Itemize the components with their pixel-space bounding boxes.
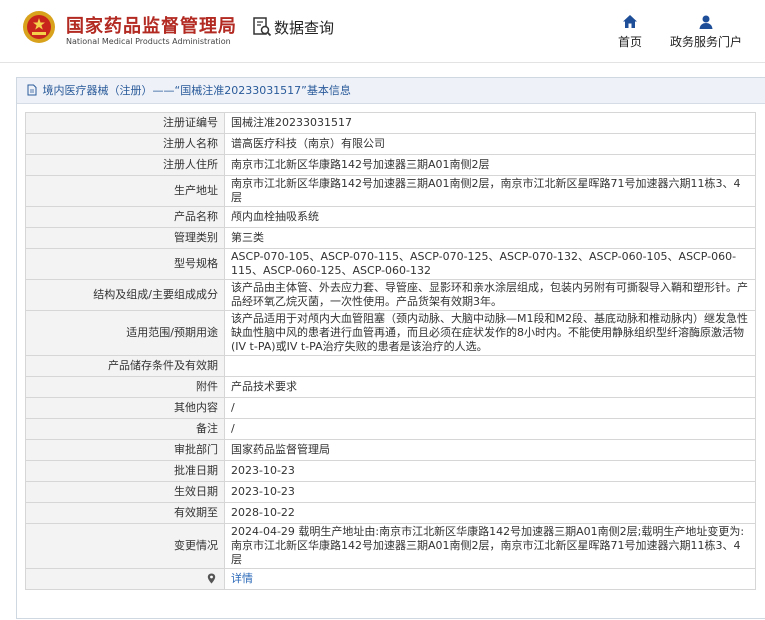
row-label: 管理类别 bbox=[25, 227, 225, 249]
row-value: 南京市江北新区华康路142号加速器三期A01南侧2层，南京市江北新区星晖路71号… bbox=[224, 175, 756, 207]
row-label: 注册人住所 bbox=[25, 154, 225, 176]
detail-link[interactable]: 详情 bbox=[231, 572, 253, 585]
panel-header: 境内医疗器械（注册）——“国械注准20233031517”基本信息 bbox=[17, 78, 765, 104]
detail-value-cell: 详情 bbox=[224, 568, 756, 590]
row-label: 产品名称 bbox=[25, 206, 225, 228]
info-row-detail: 详情 bbox=[25, 568, 756, 590]
row-value: 该产品适用于对颅内大血管阻塞（颈内动脉、大脑中动脉—M1段和M2段、基底动脉和椎… bbox=[224, 310, 756, 356]
row-label: 型号规格 bbox=[25, 248, 225, 280]
row-value bbox=[224, 355, 756, 377]
nav-home-label: 首页 bbox=[617, 35, 642, 49]
info-row-production-address: 生产地址 南京市江北新区华康路142号加速器三期A01南侧2层，南京市江北新区星晖… bbox=[25, 175, 756, 207]
row-label: 适用范围/预期用途 bbox=[25, 310, 225, 356]
row-value: 2028-10-22 bbox=[224, 502, 756, 524]
row-value: 谱高医疗科技（南京）有限公司 bbox=[224, 133, 756, 155]
row-label: 变更情况 bbox=[25, 523, 225, 569]
row-value: 第三类 bbox=[224, 227, 756, 249]
row-value: / bbox=[224, 397, 756, 419]
info-row-other-content: 其他内容 / bbox=[25, 397, 756, 419]
info-row-scope-intended-use: 适用范围/预期用途 该产品适用于对颅内大血管阻塞（颈内动脉、大脑中动脉—M1段和M… bbox=[25, 310, 756, 356]
row-label: 审批部门 bbox=[25, 439, 225, 461]
info-row-product-name: 产品名称 颅内血栓抽吸系统 bbox=[25, 206, 756, 228]
info-row-change-history: 变更情况 2024-04-29 载明生产地址由:南京市江北新区华康路142号加速器… bbox=[25, 523, 756, 569]
info-row-registration-number: 注册证编号 国械注准20233031517 bbox=[25, 112, 756, 134]
data-query-link[interactable]: 数据查询 bbox=[252, 16, 334, 38]
info-row-attachment: 附件 产品技术要求 bbox=[25, 376, 756, 398]
row-label: 批准日期 bbox=[25, 460, 225, 482]
info-row-registrant-address: 注册人住所 南京市江北新区华康路142号加速器三期A01南侧2层 bbox=[25, 154, 756, 176]
row-label: 注册证编号 bbox=[25, 112, 225, 134]
row-value: 2024-04-29 载明生产地址由:南京市江北新区华康路142号加速器三期A0… bbox=[224, 523, 756, 569]
row-value: 国家药品监督管理局 bbox=[224, 439, 756, 461]
info-row-structure-composition: 结构及组成/主要组成成分 该产品由主体管、外去应力套、导管座、显影环和亲水涂层组成… bbox=[25, 279, 756, 311]
site-subtitle: National Medical Products Administration bbox=[66, 37, 231, 46]
row-value: ASCP-070-105、ASCP-070-115、ASCP-070-125、A… bbox=[224, 248, 756, 280]
row-value: / bbox=[224, 418, 756, 440]
row-label: 附件 bbox=[25, 376, 225, 398]
info-row-management-category: 管理类别 第三类 bbox=[25, 227, 756, 249]
row-value: 该产品由主体管、外去应力套、导管座、显影环和亲水涂层组成，包装内另附有可撕裂导入… bbox=[224, 279, 756, 311]
info-row-storage-validity: 产品储存条件及有效期 bbox=[25, 355, 756, 377]
national-emblem-icon bbox=[23, 11, 55, 43]
row-value: 2023-10-23 bbox=[224, 481, 756, 503]
info-row-approval-date: 批准日期 2023-10-23 bbox=[25, 460, 756, 482]
site-title[interactable]: 国家药品监督管理局 bbox=[66, 12, 237, 38]
row-label: 注册人名称 bbox=[25, 133, 225, 155]
site-header: 国家药品监督管理局 National Medical Products Admi… bbox=[0, 0, 765, 63]
nav-gov-label: 政务服务门户 bbox=[669, 35, 742, 49]
row-value: 南京市江北新区华康路142号加速器三期A01南侧2层 bbox=[224, 154, 756, 176]
nav-gov-services[interactable]: 政务服务门户 bbox=[668, 14, 744, 50]
map-pin-icon bbox=[207, 573, 216, 584]
info-row-remarks: 备注 / bbox=[25, 418, 756, 440]
row-value: 2023-10-23 bbox=[224, 460, 756, 482]
info-row-effective-date: 生效日期 2023-10-23 bbox=[25, 481, 756, 503]
detail-label-cell bbox=[25, 568, 225, 590]
row-value: 产品技术要求 bbox=[224, 376, 756, 398]
row-label: 结构及组成/主要组成成分 bbox=[25, 279, 225, 311]
row-label: 备注 bbox=[25, 418, 225, 440]
document-icon bbox=[27, 84, 37, 96]
row-value: 国械注准20233031517 bbox=[224, 112, 756, 134]
row-value: 颅内血栓抽吸系统 bbox=[224, 206, 756, 228]
row-label: 生产地址 bbox=[25, 175, 225, 207]
row-label: 产品储存条件及有效期 bbox=[25, 355, 225, 377]
home-icon bbox=[623, 15, 637, 28]
document-search-icon bbox=[253, 17, 272, 37]
row-label: 其他内容 bbox=[25, 397, 225, 419]
info-row-registrant-name: 注册人名称 谱高医疗科技（南京）有限公司 bbox=[25, 133, 756, 155]
info-row-expiry-date: 有效期至 2028-10-22 bbox=[25, 502, 756, 524]
info-panel: 境内医疗器械（注册）——“国械注准20233031517”基本信息 注册证编号国… bbox=[16, 77, 765, 619]
info-row-approval-department: 审批部门 国家药品监督管理局 bbox=[25, 439, 756, 461]
info-row-model-spec: 型号规格 ASCP-070-105、ASCP-070-115、ASCP-070-1… bbox=[25, 248, 756, 280]
panel-title: 境内医疗器械（注册）——“国械注准20233031517”基本信息 bbox=[42, 84, 351, 97]
row-label: 有效期至 bbox=[25, 502, 225, 524]
data-query-label: 数据查询 bbox=[274, 18, 335, 37]
row-label: 生效日期 bbox=[25, 481, 225, 503]
registration-info-table: 注册证编号 国械注准20233031517 注册人名称 谱高医疗科技（南京）有限公司注… bbox=[25, 112, 756, 590]
nav-home[interactable]: 首页 bbox=[616, 14, 644, 50]
user-icon bbox=[699, 15, 713, 29]
